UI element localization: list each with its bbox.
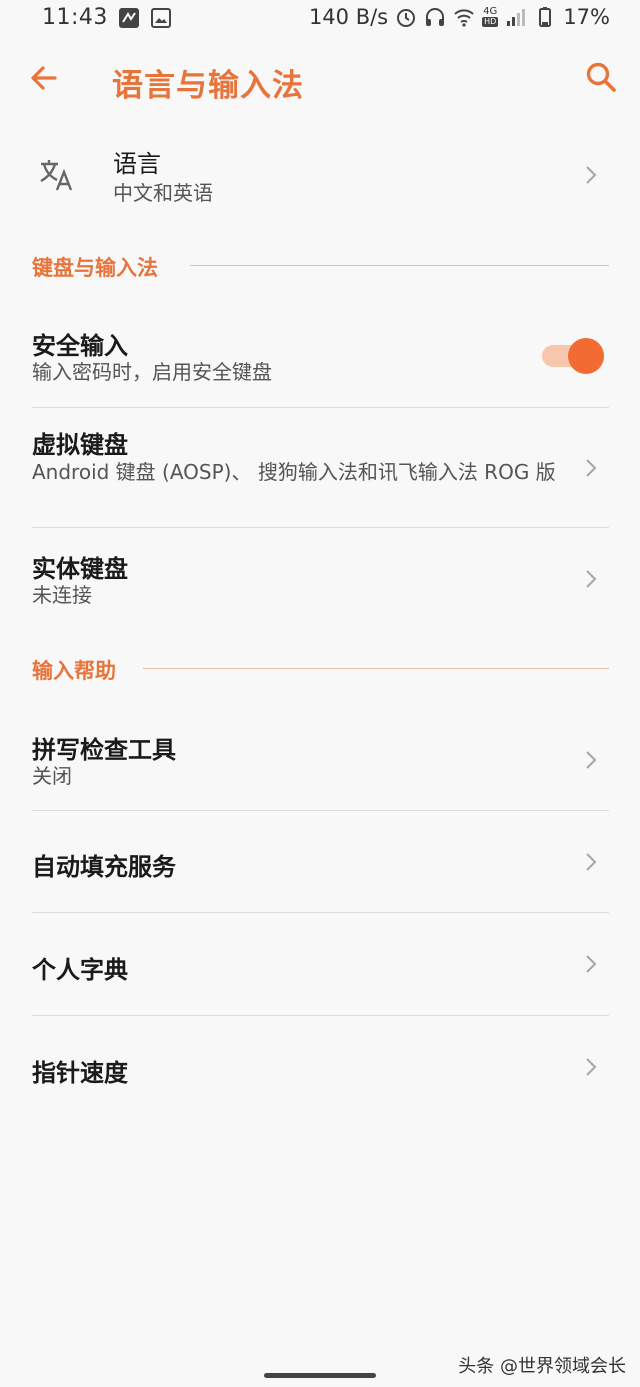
chevron-right-icon	[586, 1058, 597, 1076]
chevron-right-icon	[586, 459, 597, 477]
section-header-keyboard: 键盘与输入法	[32, 256, 158, 280]
search-icon[interactable]	[584, 60, 618, 94]
page-title: 语言与输入法	[112, 68, 304, 104]
wifi-icon	[454, 9, 474, 27]
virtual-keyboard-title: 虚拟键盘	[32, 431, 128, 459]
signal-icon	[507, 9, 526, 26]
language-subtitle: 中文和英语	[113, 181, 213, 205]
spell-checker-setting[interactable]: 拼写检查工具 关闭	[0, 710, 640, 810]
gesture-navigation-bar[interactable]	[264, 1373, 376, 1378]
chevron-right-icon	[586, 751, 597, 769]
toggle-knob	[568, 338, 604, 374]
personal-dictionary-title: 个人字典	[32, 956, 128, 984]
section-divider	[143, 668, 609, 669]
secure-input-title: 安全输入	[32, 332, 128, 360]
watermark-text: 头条 @世界领域会长	[458, 1356, 626, 1377]
language-title: 语言	[113, 150, 161, 178]
arrow-left-icon[interactable]	[28, 62, 60, 94]
secure-input-toggle[interactable]	[542, 337, 604, 374]
section-divider	[190, 265, 609, 266]
secure-input-setting[interactable]: 安全输入 输入密码时，启用安全键盘	[0, 310, 640, 406]
spell-checker-subtitle: 关闭	[32, 764, 72, 788]
chevron-right-icon	[586, 570, 597, 588]
image-icon	[150, 7, 171, 28]
translate-icon	[40, 160, 73, 191]
battery-level: 17%	[563, 5, 610, 29]
physical-keyboard-setting[interactable]: 实体键盘 未连接	[0, 528, 640, 624]
spell-checker-title: 拼写检查工具	[32, 736, 176, 764]
network-type-badge: 4G HD	[482, 6, 499, 27]
alarm-icon	[397, 9, 416, 27]
virtual-keyboard-setting[interactable]: 虚拟键盘 Android 键盘 (AOSP)、 搜狗输入法和讯飞输入法 ROG …	[0, 408, 640, 526]
language-setting[interactable]: 语言 中文和英语	[0, 136, 640, 226]
section-header-input-assist: 输入帮助	[32, 659, 116, 683]
hd-badge: HD	[482, 17, 499, 27]
app-bar: 语言与输入法	[0, 40, 640, 120]
network-type: 4G	[483, 6, 498, 17]
secure-input-subtitle: 输入密码时，启用安全键盘	[32, 360, 272, 384]
battery-icon	[539, 7, 552, 27]
chevron-right-icon	[586, 166, 597, 184]
physical-keyboard-title: 实体键盘	[32, 555, 128, 583]
virtual-keyboard-subtitle: Android 键盘 (AOSP)、 搜狗输入法和讯飞输入法 ROG 版	[32, 460, 556, 484]
status-bar: 11:43 140 B/s 4G HD 17%	[0, 0, 640, 38]
network-speed: 140 B/s	[308, 5, 389, 29]
pointer-speed-title: 指针速度	[32, 1059, 128, 1087]
pointer-speed-setting[interactable]: 指针速度	[0, 1016, 640, 1118]
personal-dictionary-setting[interactable]: 个人字典	[0, 913, 640, 1015]
status-time: 11:43	[42, 5, 108, 30]
chevron-right-icon	[586, 955, 597, 973]
notification-app-icon	[118, 7, 139, 28]
headphones-icon	[426, 8, 445, 26]
autofill-title: 自动填充服务	[32, 853, 176, 881]
autofill-service-setting[interactable]: 自动填充服务	[0, 811, 640, 912]
physical-keyboard-subtitle: 未连接	[32, 583, 92, 607]
chevron-right-icon	[586, 853, 597, 871]
